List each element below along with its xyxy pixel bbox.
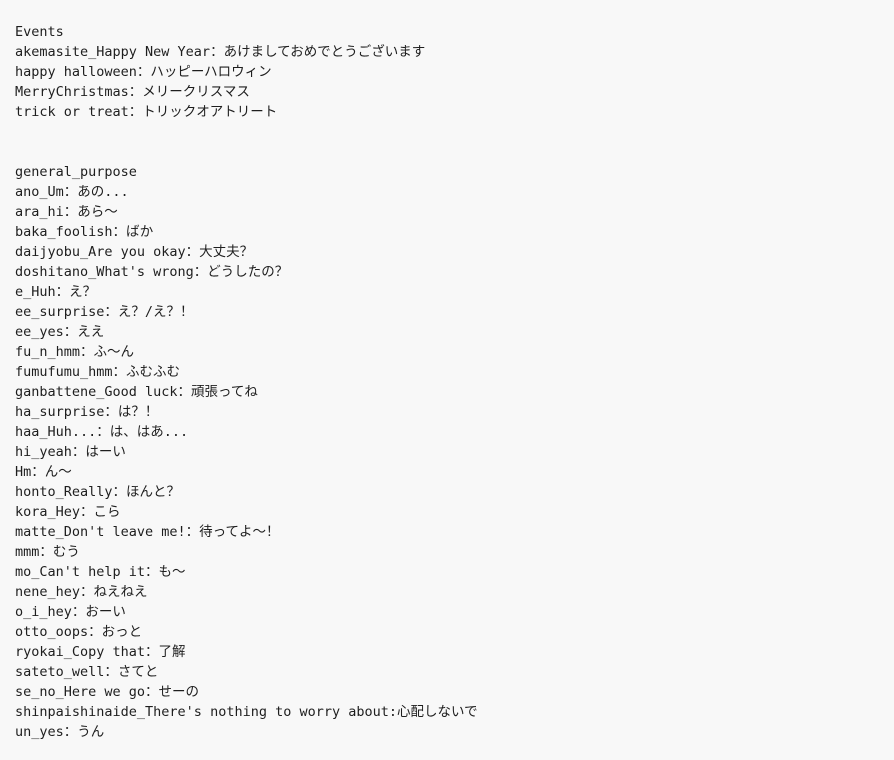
list-item: otto_oops：おっと [15,624,143,640]
list-item: ano_Um：あの... [15,184,129,200]
section-general-purpose: general_purpose ano_Um：あの... ara_hi：あら〜 … [15,162,894,742]
list-item: kora_Hey：こら [15,504,121,520]
section-heading-events: Events [15,24,64,40]
list-item: MerryChristmas：メリークリスマス [15,84,250,100]
list-item: mmm：むう [15,544,80,560]
list-item: se_no_Here we go：せーの [15,684,200,700]
list-item: ee_yes：ええ [15,324,105,340]
list-item: fu_n_hmm：ふ〜ん [15,344,135,360]
list-item: sateto_well：さてと [15,664,159,680]
list-item: doshitano_What's wrong：どうしたの？ [15,264,289,280]
list-item: honto_Really：ほんと？ [15,484,181,500]
voice-line-list-page: Events akemasite_Happy New Year：あけましておめで… [0,0,894,760]
list-item: trick or treat：トリックオアトリート [15,104,278,120]
list-item: ee_surprise：え？/え？！ [15,304,194,320]
list-item: happy halloween：ハッピーハロウィン [15,64,272,80]
list-item: akemasite_Happy New Year：あけましておめでとうございます [15,44,426,60]
list-item: haa_Huh...：は、はあ... [15,424,189,440]
list-item: ryokai_Copy that：了解 [15,644,186,660]
list-item: shinpaishinaide_There's nothing to worry… [15,704,478,720]
list-item: un_yes：うん [15,724,105,740]
list-item: fumufumu_hmm：ふむふむ [15,364,181,380]
section-events: Events akemasite_Happy New Year：あけましておめで… [15,22,894,122]
list-item: daijyobu_Are you okay：大丈夫？ [15,244,254,260]
list-item: nene_hey：ねえねえ [15,584,148,600]
section-heading-general-purpose: general_purpose [15,164,137,180]
list-item: hi_yeah：はーい [15,444,126,460]
list-item: e_Huh：え？ [15,284,97,300]
list-item: o_i_hey：おーい [15,604,126,620]
list-item: ara_hi：あら〜 [15,204,118,220]
list-item: matte_Don't leave me!：待ってよ〜！ [15,524,280,540]
list-item: ha_surprise：は？！ [15,404,159,420]
list-item: mo_Can't help it：も〜 [15,564,186,580]
list-item: baka_foolish：ばか [15,224,154,240]
list-item: Hm：ん〜 [15,464,72,480]
list-item: ganbattene_Good luck：頑張ってね [15,384,258,400]
